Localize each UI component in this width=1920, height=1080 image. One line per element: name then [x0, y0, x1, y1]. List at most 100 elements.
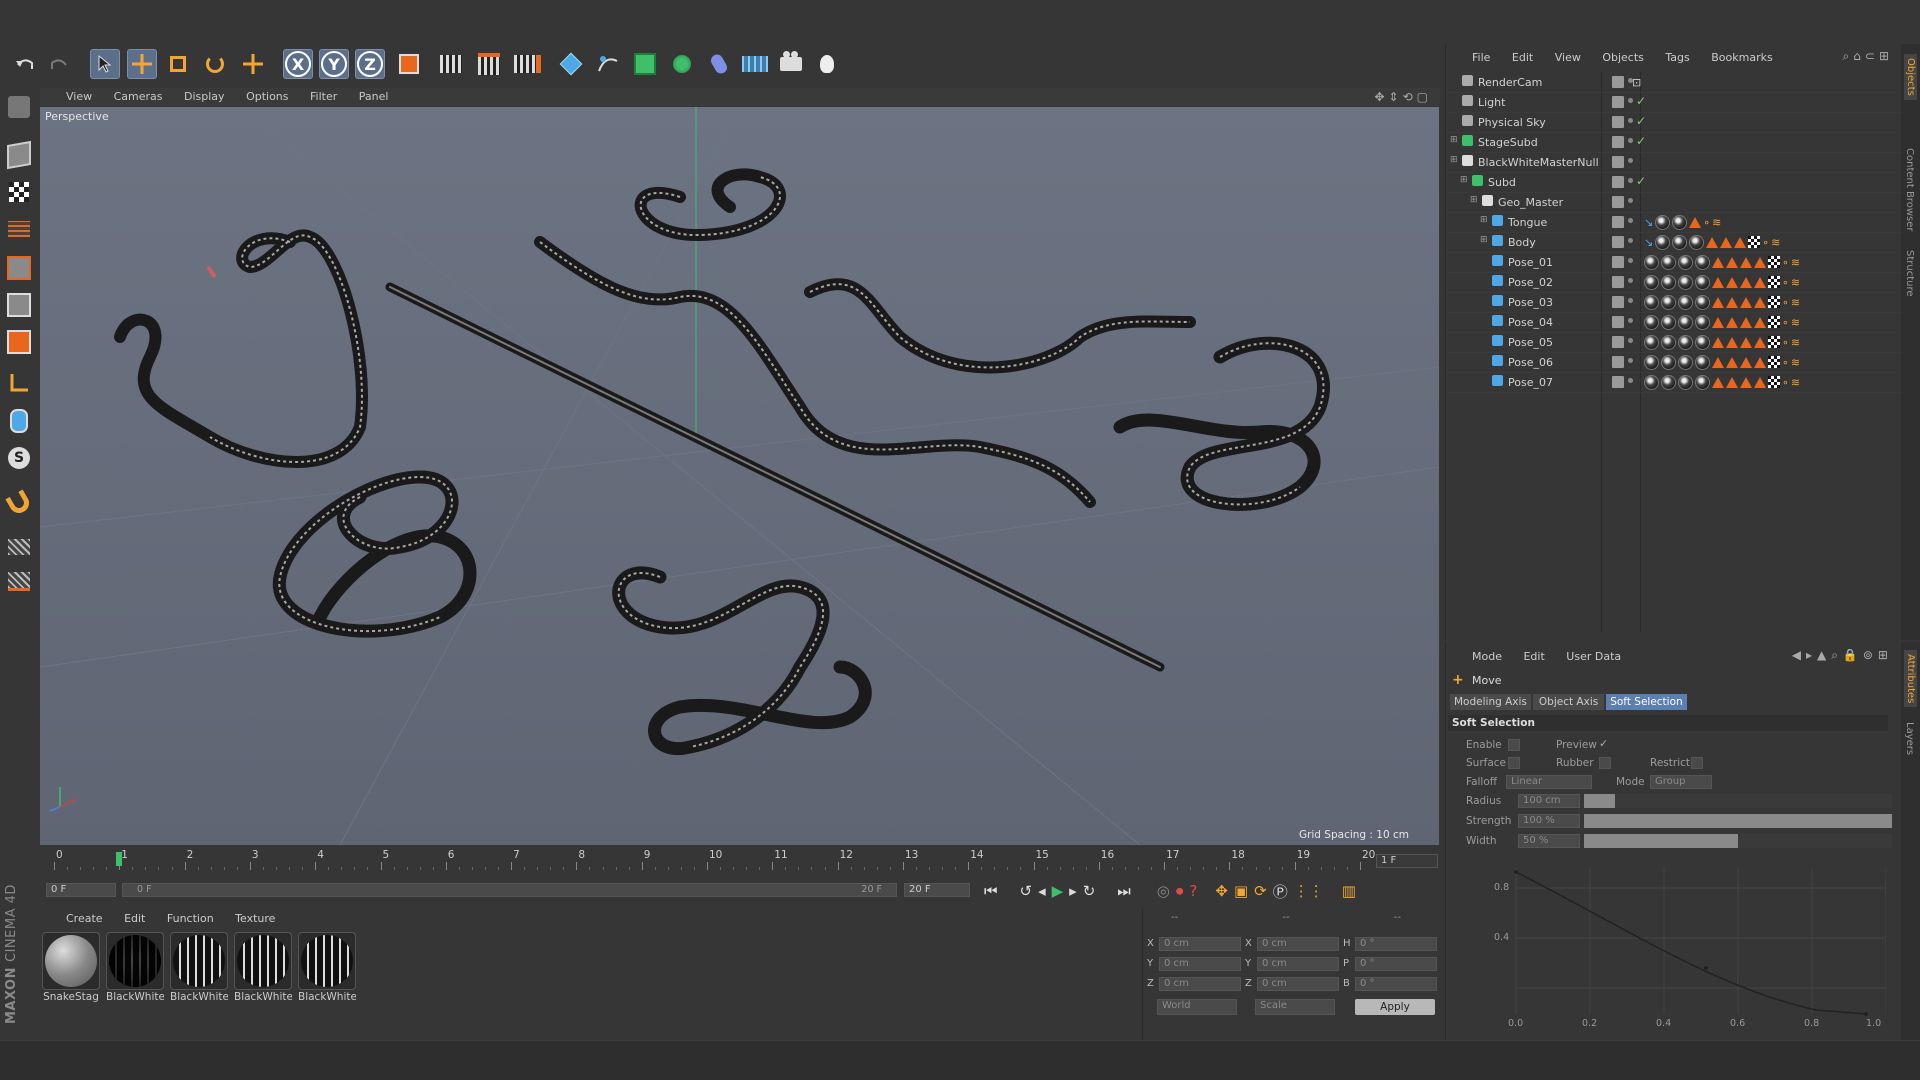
selection-tag-icon[interactable] [1712, 376, 1724, 388]
enabled-check-icon[interactable]: ✓ [1636, 134, 1646, 148]
object-name[interactable]: Pose_04 [1508, 316, 1553, 329]
material-tag-icon[interactable] [1672, 214, 1688, 230]
play-icon[interactable]: ▶ [1052, 882, 1064, 900]
selection-tag-icon[interactable] [1720, 236, 1733, 248]
object-name[interactable]: Physical Sky [1478, 116, 1546, 129]
material-tag-icon[interactable] [1661, 334, 1676, 350]
selection-tag-icon[interactable] [1712, 356, 1724, 368]
material-tag-icon[interactable] [1644, 334, 1659, 350]
uvw-tag-icon[interactable] [1768, 376, 1780, 388]
selection-tag-icon[interactable] [1726, 256, 1738, 268]
material-swatch[interactable]: SnakeStag [42, 932, 100, 1003]
object-name[interactable]: StageSubd [1478, 136, 1538, 149]
selection-tag-icon[interactable] [1740, 316, 1752, 328]
tab-structure[interactable]: Structure [1904, 250, 1915, 297]
weight-tag-icon[interactable]: ≋ [1791, 296, 1800, 309]
texture-mode-icon[interactable] [6, 177, 32, 207]
selection-tag-icon[interactable] [1740, 376, 1752, 388]
visibility-dot-icon[interactable] [1628, 238, 1633, 243]
subdivision-surface-icon[interactable] [630, 49, 660, 79]
material-tag-icon[interactable] [1695, 294, 1710, 310]
selection-tag-icon[interactable] [1754, 296, 1766, 308]
layer-color-icon[interactable] [1612, 116, 1624, 128]
object-row[interactable]: ⊞ Geo_Master [1446, 192, 1906, 213]
magnet-icon[interactable] [5, 488, 33, 518]
attributes-menu-mode[interactable]: Mode [1472, 650, 1502, 663]
workplane-mode-icon[interactable] [6, 214, 32, 244]
uvw-tag-icon[interactable] [1768, 296, 1780, 308]
objects-menu-file[interactable]: File [1472, 51, 1490, 64]
layer-color-icon[interactable] [1612, 296, 1624, 308]
viewport-menu-options[interactable]: Options [246, 90, 288, 103]
go-to-end-icon[interactable]: ⏭ [1117, 882, 1131, 900]
object-row[interactable]: Physical Sky ✓ [1446, 112, 1906, 133]
record-active-icon[interactable]: ◎ [1157, 882, 1170, 900]
uvw-tag-icon[interactable] [1768, 316, 1780, 328]
selection-tag-icon[interactable] [1726, 276, 1738, 288]
rotation-p-field[interactable]: 0 ° [1355, 957, 1437, 971]
tab-modeling-axis[interactable]: Modeling Axis [1450, 694, 1531, 710]
selection-tag-icon[interactable] [1712, 256, 1724, 268]
phong-tag-icon[interactable]: ∘ [1782, 296, 1789, 309]
start-frame-field[interactable]: 0 F [46, 883, 116, 897]
material-tag-icon[interactable] [1644, 354, 1659, 370]
prev-frame-icon[interactable]: ◂ [1038, 882, 1046, 900]
selection-tag-icon[interactable] [1726, 336, 1738, 348]
object-name[interactable]: BlackWhiteMasterNull [1478, 156, 1599, 169]
selection-tag-icon[interactable] [1734, 236, 1747, 248]
surface-checkbox[interactable] [1508, 757, 1520, 769]
objects-menu-tags[interactable]: Tags [1665, 51, 1689, 64]
select-tool-icon[interactable] [90, 49, 120, 79]
phong-tag-icon[interactable]: ∘ [1782, 256, 1789, 269]
size-z-field[interactable]: 0 cm [1257, 977, 1339, 991]
enable-checkbox[interactable] [1508, 739, 1520, 751]
timeline-window-icon[interactable]: ▥ [1342, 882, 1356, 900]
axis-mode-icon[interactable] [6, 368, 32, 398]
layer-color-icon[interactable] [1612, 276, 1624, 288]
expand-toggle-icon[interactable]: ⊞ [1470, 195, 1478, 205]
spline-pen-icon[interactable] [593, 49, 623, 79]
layer-color-icon[interactable] [1612, 156, 1624, 168]
radius-field[interactable]: 100 cm [1518, 794, 1580, 808]
material-swatch[interactable]: BlackWhite [170, 932, 228, 1003]
coordinate-system-icon[interactable] [394, 49, 424, 79]
object-row[interactable]: Pose_06 ∘ ≋ [1446, 352, 1906, 373]
visibility-dot-icon[interactable] [1628, 318, 1633, 323]
cube-object-icon[interactable] [556, 49, 586, 79]
viewport-menu-display[interactable]: Display [184, 90, 225, 103]
new-panel-icon[interactable]: ⊞ [1879, 49, 1893, 63]
enabled-check-icon[interactable]: ✓ [1636, 114, 1646, 128]
key-rotation-icon[interactable]: ⟳ [1254, 882, 1267, 900]
layer-color-icon[interactable] [1612, 336, 1624, 348]
key-pla-icon[interactable]: ⋮⋮ [1294, 882, 1324, 900]
phong-tag-icon[interactable]: ∘ [1782, 336, 1789, 349]
light-bulb-icon[interactable] [812, 49, 842, 79]
selection-tag-icon[interactable] [1754, 316, 1766, 328]
y-axis-lock-icon[interactable]: Y [319, 49, 349, 79]
phong-tag-icon[interactable]: ∘ [1703, 216, 1710, 229]
material-swatch[interactable]: BlackWhite [234, 932, 292, 1003]
object-name[interactable]: Subd [1488, 176, 1516, 189]
pose-morph-tag-icon[interactable]: ↘ [1644, 216, 1653, 229]
objects-menu-edit[interactable]: Edit [1512, 51, 1533, 64]
layer-color-icon[interactable] [1612, 196, 1624, 208]
phong-tag-icon[interactable]: ∘ [1782, 276, 1789, 289]
tab-attributes[interactable]: Attributes [1904, 650, 1917, 708]
model-mode-icon[interactable] [6, 140, 32, 170]
object-row[interactable]: Pose_05 ∘ ≋ [1446, 332, 1906, 353]
material-menu-texture[interactable]: Texture [235, 912, 275, 925]
material-tag-icon[interactable] [1689, 234, 1705, 250]
transform-tool-icon[interactable] [238, 49, 268, 79]
uvw-tag-icon[interactable] [1768, 336, 1780, 348]
expand-toggle-icon[interactable]: ⊞ [1450, 155, 1458, 165]
selection-tag-icon[interactable] [1740, 356, 1752, 368]
visibility-dot-icon[interactable] [1628, 258, 1633, 263]
mode-sculpt-icon[interactable] [6, 92, 32, 122]
material-tag-icon[interactable] [1695, 354, 1710, 370]
uvw-tag-icon[interactable] [1768, 356, 1780, 368]
render-view-icon[interactable] [436, 49, 466, 79]
material-tag-icon[interactable] [1695, 334, 1710, 350]
key-position-icon[interactable]: ✥ [1215, 882, 1228, 900]
selection-tag-icon[interactable] [1726, 356, 1738, 368]
material-tag-icon[interactable] [1678, 334, 1693, 350]
